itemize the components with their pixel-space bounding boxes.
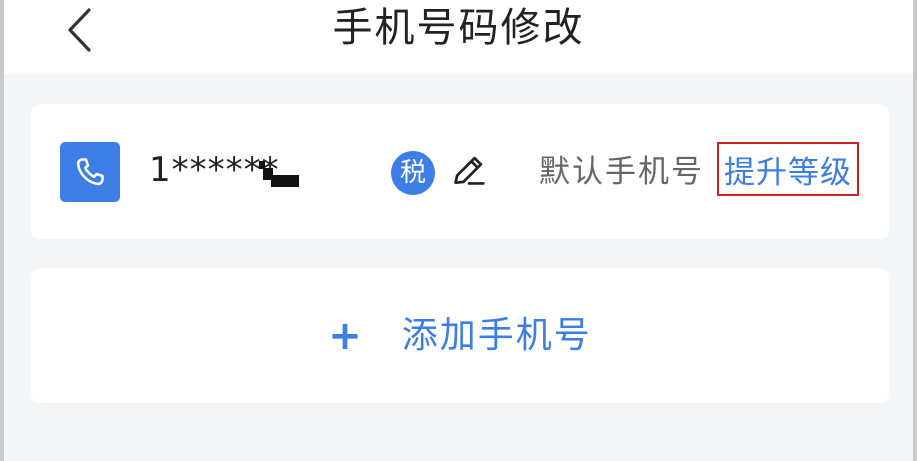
page-title: 手机号码修改: [332, 5, 585, 51]
phone-card: 1****** 税 默认手机号 提升等级: [31, 104, 889, 239]
redaction-mark: [271, 175, 299, 187]
right-edge: [913, 0, 917, 461]
add-phone-button[interactable]: + 添加手机号: [31, 268, 889, 403]
phone-icon: [60, 142, 120, 202]
page: 手机号码修改 1****** 税 默认手机号 提升等级 + 添加手机号: [0, 0, 917, 461]
header-bar: 手机号码修改: [4, 0, 913, 74]
edit-pencil-icon: [454, 156, 485, 185]
back-button[interactable]: [58, 6, 102, 54]
edit-button[interactable]: [447, 148, 491, 192]
tax-badge: 税: [391, 151, 435, 195]
default-phone-label: 默认手机号: [539, 154, 704, 190]
add-phone-label: 添加手机号: [401, 314, 592, 356]
chevron-left-icon: [68, 8, 91, 52]
upgrade-level-link[interactable]: 提升等级: [717, 142, 859, 196]
phone-number: 1******: [149, 150, 280, 190]
plus-icon: +: [328, 312, 362, 359]
add-phone-content: + 添加手机号: [31, 268, 889, 403]
